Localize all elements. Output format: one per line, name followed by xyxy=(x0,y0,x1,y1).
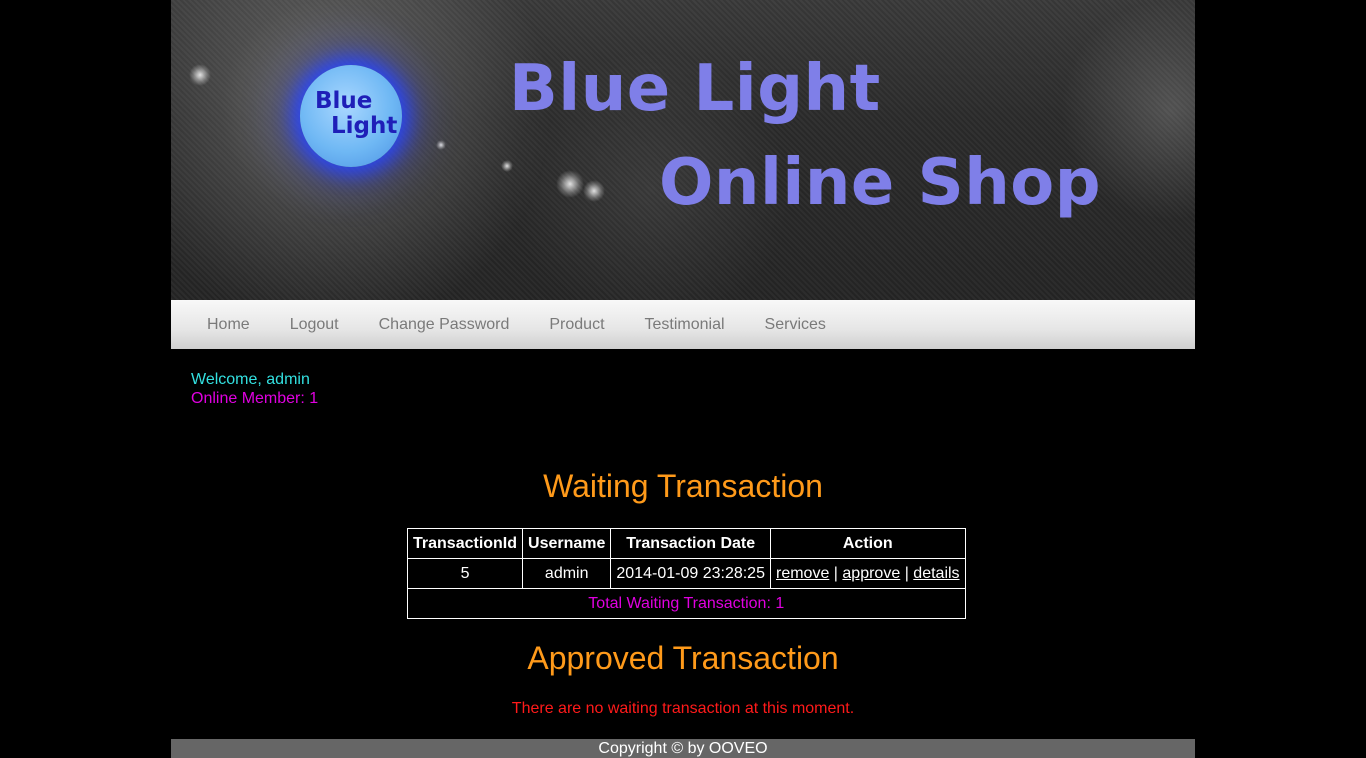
action-separator: | xyxy=(904,564,909,582)
logo-text-line2: Light xyxy=(331,113,398,139)
details-link[interactable]: details xyxy=(913,565,959,582)
action-cell: remove | approve | details xyxy=(769,558,966,589)
transaction-date-cell: 2014-01-09 23:28:25 xyxy=(610,558,771,589)
no-transaction-message: There are no waiting transaction at this… xyxy=(511,700,855,717)
total-waiting-transaction: Total Waiting Transaction: 1 xyxy=(407,588,966,619)
header-banner: Blue Light Blue Light Online Shop xyxy=(171,0,1195,300)
lens-flare-decoration xyxy=(189,64,211,86)
main-nav: Home Logout Change Password Product Test… xyxy=(171,300,1195,349)
online-member-count: Online Member: 1 xyxy=(191,390,319,407)
footer: Copyright © by OOVEO xyxy=(171,739,1195,758)
site-title-line1: Blue Light xyxy=(509,52,881,126)
logo-text-line1: Blue xyxy=(315,88,373,114)
approved-transaction-heading: Approved Transaction xyxy=(527,640,839,676)
remove-link[interactable]: remove xyxy=(776,565,829,582)
waiting-transaction-table: TransactionId Username Transaction Date … xyxy=(406,528,966,619)
nav-logout[interactable]: Logout xyxy=(270,316,359,334)
table-row: 5 admin 2014-01-09 23:28:25 remove | app… xyxy=(406,558,966,589)
lens-flare-decoration xyxy=(556,170,584,198)
table-header-row: TransactionId Username Transaction Date … xyxy=(406,528,966,559)
welcome-panel: Welcome, admin Online Member: 1 xyxy=(191,370,318,408)
username-cell: admin xyxy=(522,558,612,589)
page: Blue Light Blue Light Online Shop Home L… xyxy=(171,0,1195,758)
site-title-line2: Online Shop xyxy=(659,146,1102,220)
nav-testimonial[interactable]: Testimonial xyxy=(625,316,745,334)
nav-change-password[interactable]: Change Password xyxy=(359,316,530,334)
lens-flare-decoration xyxy=(501,160,513,172)
transaction-id-cell: 5 xyxy=(406,558,524,589)
table-total-row: Total Waiting Transaction: 1 xyxy=(407,588,966,619)
column-header-transaction-id: TransactionId xyxy=(406,528,524,559)
logo: Blue Light xyxy=(300,65,402,167)
column-header-action: Action xyxy=(769,528,966,559)
column-header-username: Username xyxy=(522,528,612,559)
lens-flare-decoration xyxy=(583,180,605,202)
waiting-transaction-heading: Waiting Transaction xyxy=(543,468,823,504)
approve-link[interactable]: approve xyxy=(842,565,900,582)
lens-flare-decoration xyxy=(436,140,446,150)
column-header-transaction-date: Transaction Date xyxy=(610,528,771,559)
nav-home[interactable]: Home xyxy=(187,316,270,334)
nav-product[interactable]: Product xyxy=(529,316,624,334)
nav-services[interactable]: Services xyxy=(745,316,846,334)
welcome-text: Welcome, admin xyxy=(191,371,310,388)
action-separator: | xyxy=(833,564,838,582)
